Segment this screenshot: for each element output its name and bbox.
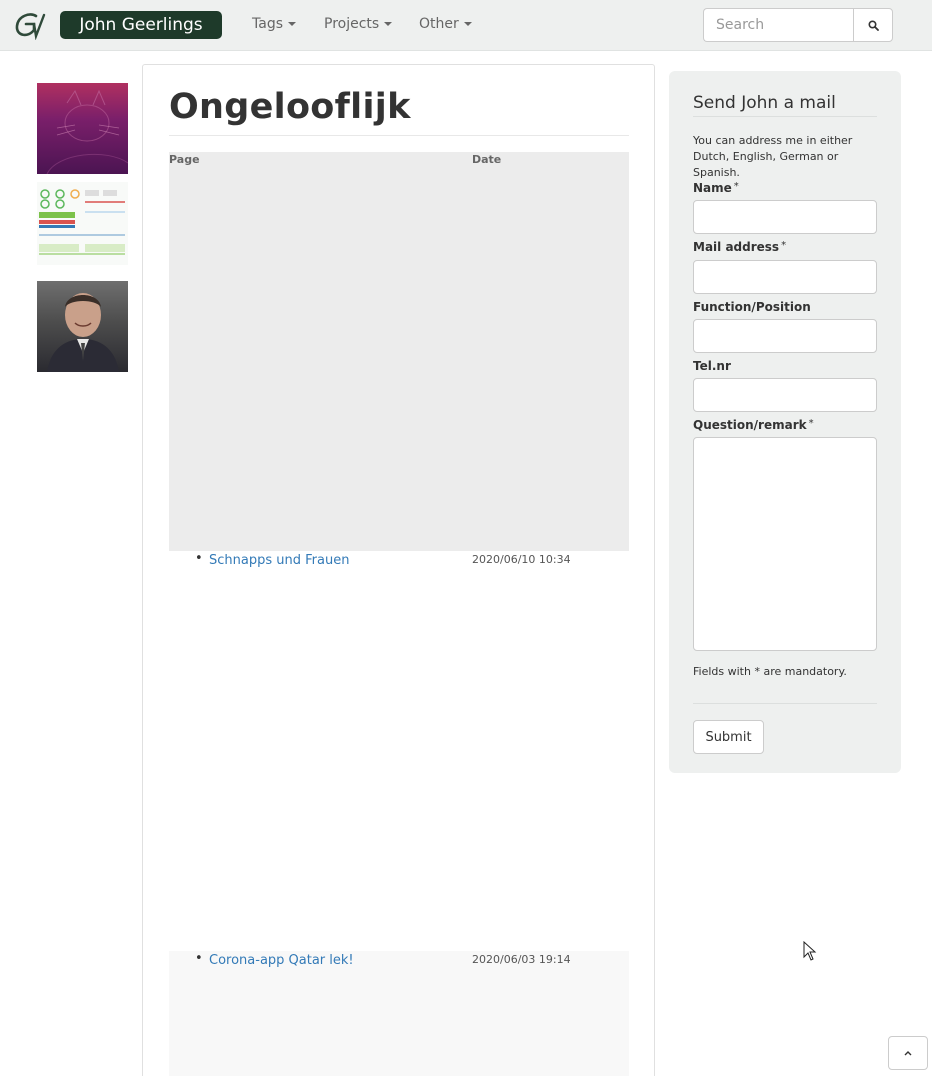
laughing-man-image [47,293,119,372]
brand-link[interactable]: John Geerlings [60,11,222,39]
nav-menu-label: Other [419,16,459,32]
search-icon [867,19,879,31]
title-divider [169,135,629,136]
row-date: 2020/06/03 19:14 [472,953,571,966]
bullet-icon: • [195,951,203,966]
mail-label: Mail address * [693,240,786,254]
sidebar-divider [693,116,877,117]
page-link[interactable]: Corona-app Qatar lek! [209,953,354,968]
contact-form-title: Send John a mail [693,93,836,113]
sidebar-divider [693,703,877,704]
chevron-up-icon [904,1051,912,1056]
name-label: Name * [693,181,739,195]
question-label-text: Question/remark [693,418,807,432]
site-logo-icon[interactable] [14,10,46,40]
caret-down-icon [463,22,472,26]
name-field[interactable] [693,200,877,234]
mail-address-field[interactable] [693,260,877,294]
dashboard-image [39,189,125,255]
back-to-top-button[interactable] [888,1036,928,1070]
function-position-field[interactable] [693,319,877,353]
function-label: Function/Position [693,300,811,314]
contact-sidebar: Send John a mail You can address me in e… [669,71,901,773]
thumbnail-dashboard[interactable] [37,182,128,265]
row-date: 2020/06/10 10:34 [472,553,571,566]
nav-menu-other[interactable]: Other [419,16,472,32]
mail-label-text: Mail address [693,240,780,254]
column-header-date: Date [472,153,502,166]
bullet-icon: • [195,551,203,566]
column-header-page: Page [169,153,200,166]
tel-field[interactable] [693,378,877,412]
required-mark: * [733,181,739,192]
nav-menu-projects[interactable]: Projects [324,16,393,32]
search-input[interactable] [703,8,854,42]
contact-form-intro: You can address me in either Dutch, Engl… [693,134,853,179]
caret-down-icon [288,22,296,26]
caret-down-icon [384,22,393,26]
nav-menu-label: Projects [324,16,380,32]
cat-outline-image [46,89,128,174]
required-mark: * [808,418,814,429]
search-button[interactable] [853,8,893,42]
question-label: Question/remark * [693,418,814,432]
main-content-panel: Ongelooflijk Page Date • Schnapps und Fr… [142,64,655,1076]
nav-menu-tags[interactable]: Tags [252,16,296,32]
table-header-block [169,152,629,551]
thumbnail-laughing-man[interactable] [37,281,128,372]
tel-label: Tel.nr [693,359,731,373]
navbar: John Geerlings Tags Projects Other [0,0,932,51]
thumbnail-cat-wallpaper[interactable] [37,83,128,174]
table-row-band [169,951,629,1076]
mouse-cursor-icon [803,941,817,961]
required-mark: * [781,240,787,251]
mandatory-note: Fields with * are mandatory. [693,665,847,678]
question-remark-field[interactable] [693,437,877,651]
page-title: Ongelooflijk [169,87,411,127]
submit-button[interactable]: Submit [693,720,764,754]
nav-menu-label: Tags [252,16,283,32]
page-link[interactable]: Schnapps und Frauen [209,553,349,568]
name-label-text: Name [693,181,732,195]
